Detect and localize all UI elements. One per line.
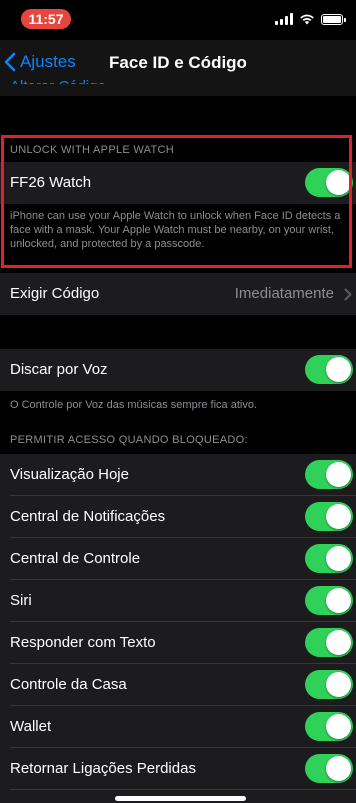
- require-passcode-label: Exigir Código: [10, 285, 100, 302]
- status-time: 11:57: [21, 9, 71, 29]
- wallet-toggle[interactable]: [305, 712, 353, 741]
- highlight-box: [1, 135, 352, 268]
- return-missed-calls-toggle[interactable]: [305, 754, 353, 783]
- locked-access-row: Controle da Casa: [0, 664, 356, 706]
- locked-access-label: Retornar Ligações Perdidas: [10, 760, 196, 777]
- locked-access-row: Retornar Ligações Perdidas: [0, 748, 356, 790]
- locked-access-label: Siri: [10, 592, 32, 609]
- home-control-toggle[interactable]: [305, 670, 353, 699]
- home-indicator[interactable]: [115, 796, 246, 801]
- today-view-toggle[interactable]: [305, 460, 353, 489]
- status-bar: 11:57: [0, 0, 356, 40]
- section-header-locked-access: PERMITIR ACESSO QUANDO BLOQUEADO:: [10, 434, 248, 446]
- locked-access-row: Central de Notificações: [0, 496, 356, 538]
- voice-dial-footer: O Controle por Voz das músicas sempre fi…: [10, 399, 257, 411]
- battery-icon: [321, 14, 346, 25]
- page-title: Face ID e Código: [109, 53, 247, 72]
- locked-access-label: Responder com Texto: [10, 634, 156, 651]
- reply-with-text-toggle[interactable]: [305, 628, 353, 657]
- notification-center-toggle[interactable]: [305, 502, 353, 531]
- locked-access-label: Visualização Hoje: [10, 466, 129, 483]
- locked-access-row: Wallet: [0, 706, 356, 748]
- status-icons: [275, 13, 346, 25]
- locked-access-row: Responder com Texto: [0, 622, 356, 664]
- locked-access-label: Controle da Casa: [10, 676, 127, 693]
- locked-access-row: Central de Controle: [0, 538, 356, 580]
- locked-access-row: Visualização Hoje: [0, 454, 356, 496]
- cellular-signal-icon: [275, 13, 293, 25]
- voice-dial-label: Discar por Voz: [10, 361, 108, 378]
- locked-access-row: Siri: [0, 580, 356, 622]
- control-center-toggle[interactable]: [305, 544, 353, 573]
- require-passcode-value: Imediatamente: [234, 285, 334, 302]
- locked-access-label: Wallet: [10, 718, 52, 735]
- locked-access-label: Central de Controle: [10, 550, 141, 567]
- wifi-icon: [300, 14, 314, 25]
- siri-toggle[interactable]: [305, 586, 353, 615]
- navbar-overlap: [0, 84, 356, 96]
- chevron-right-icon: [344, 288, 352, 301]
- voice-dial-toggle[interactable]: [305, 355, 353, 384]
- locked-access-label: Central de Notificações: [10, 508, 166, 525]
- require-passcode-row[interactable]: Exigir Código Imediatamente: [0, 273, 356, 315]
- voice-dial-row: Discar por Voz: [0, 349, 356, 391]
